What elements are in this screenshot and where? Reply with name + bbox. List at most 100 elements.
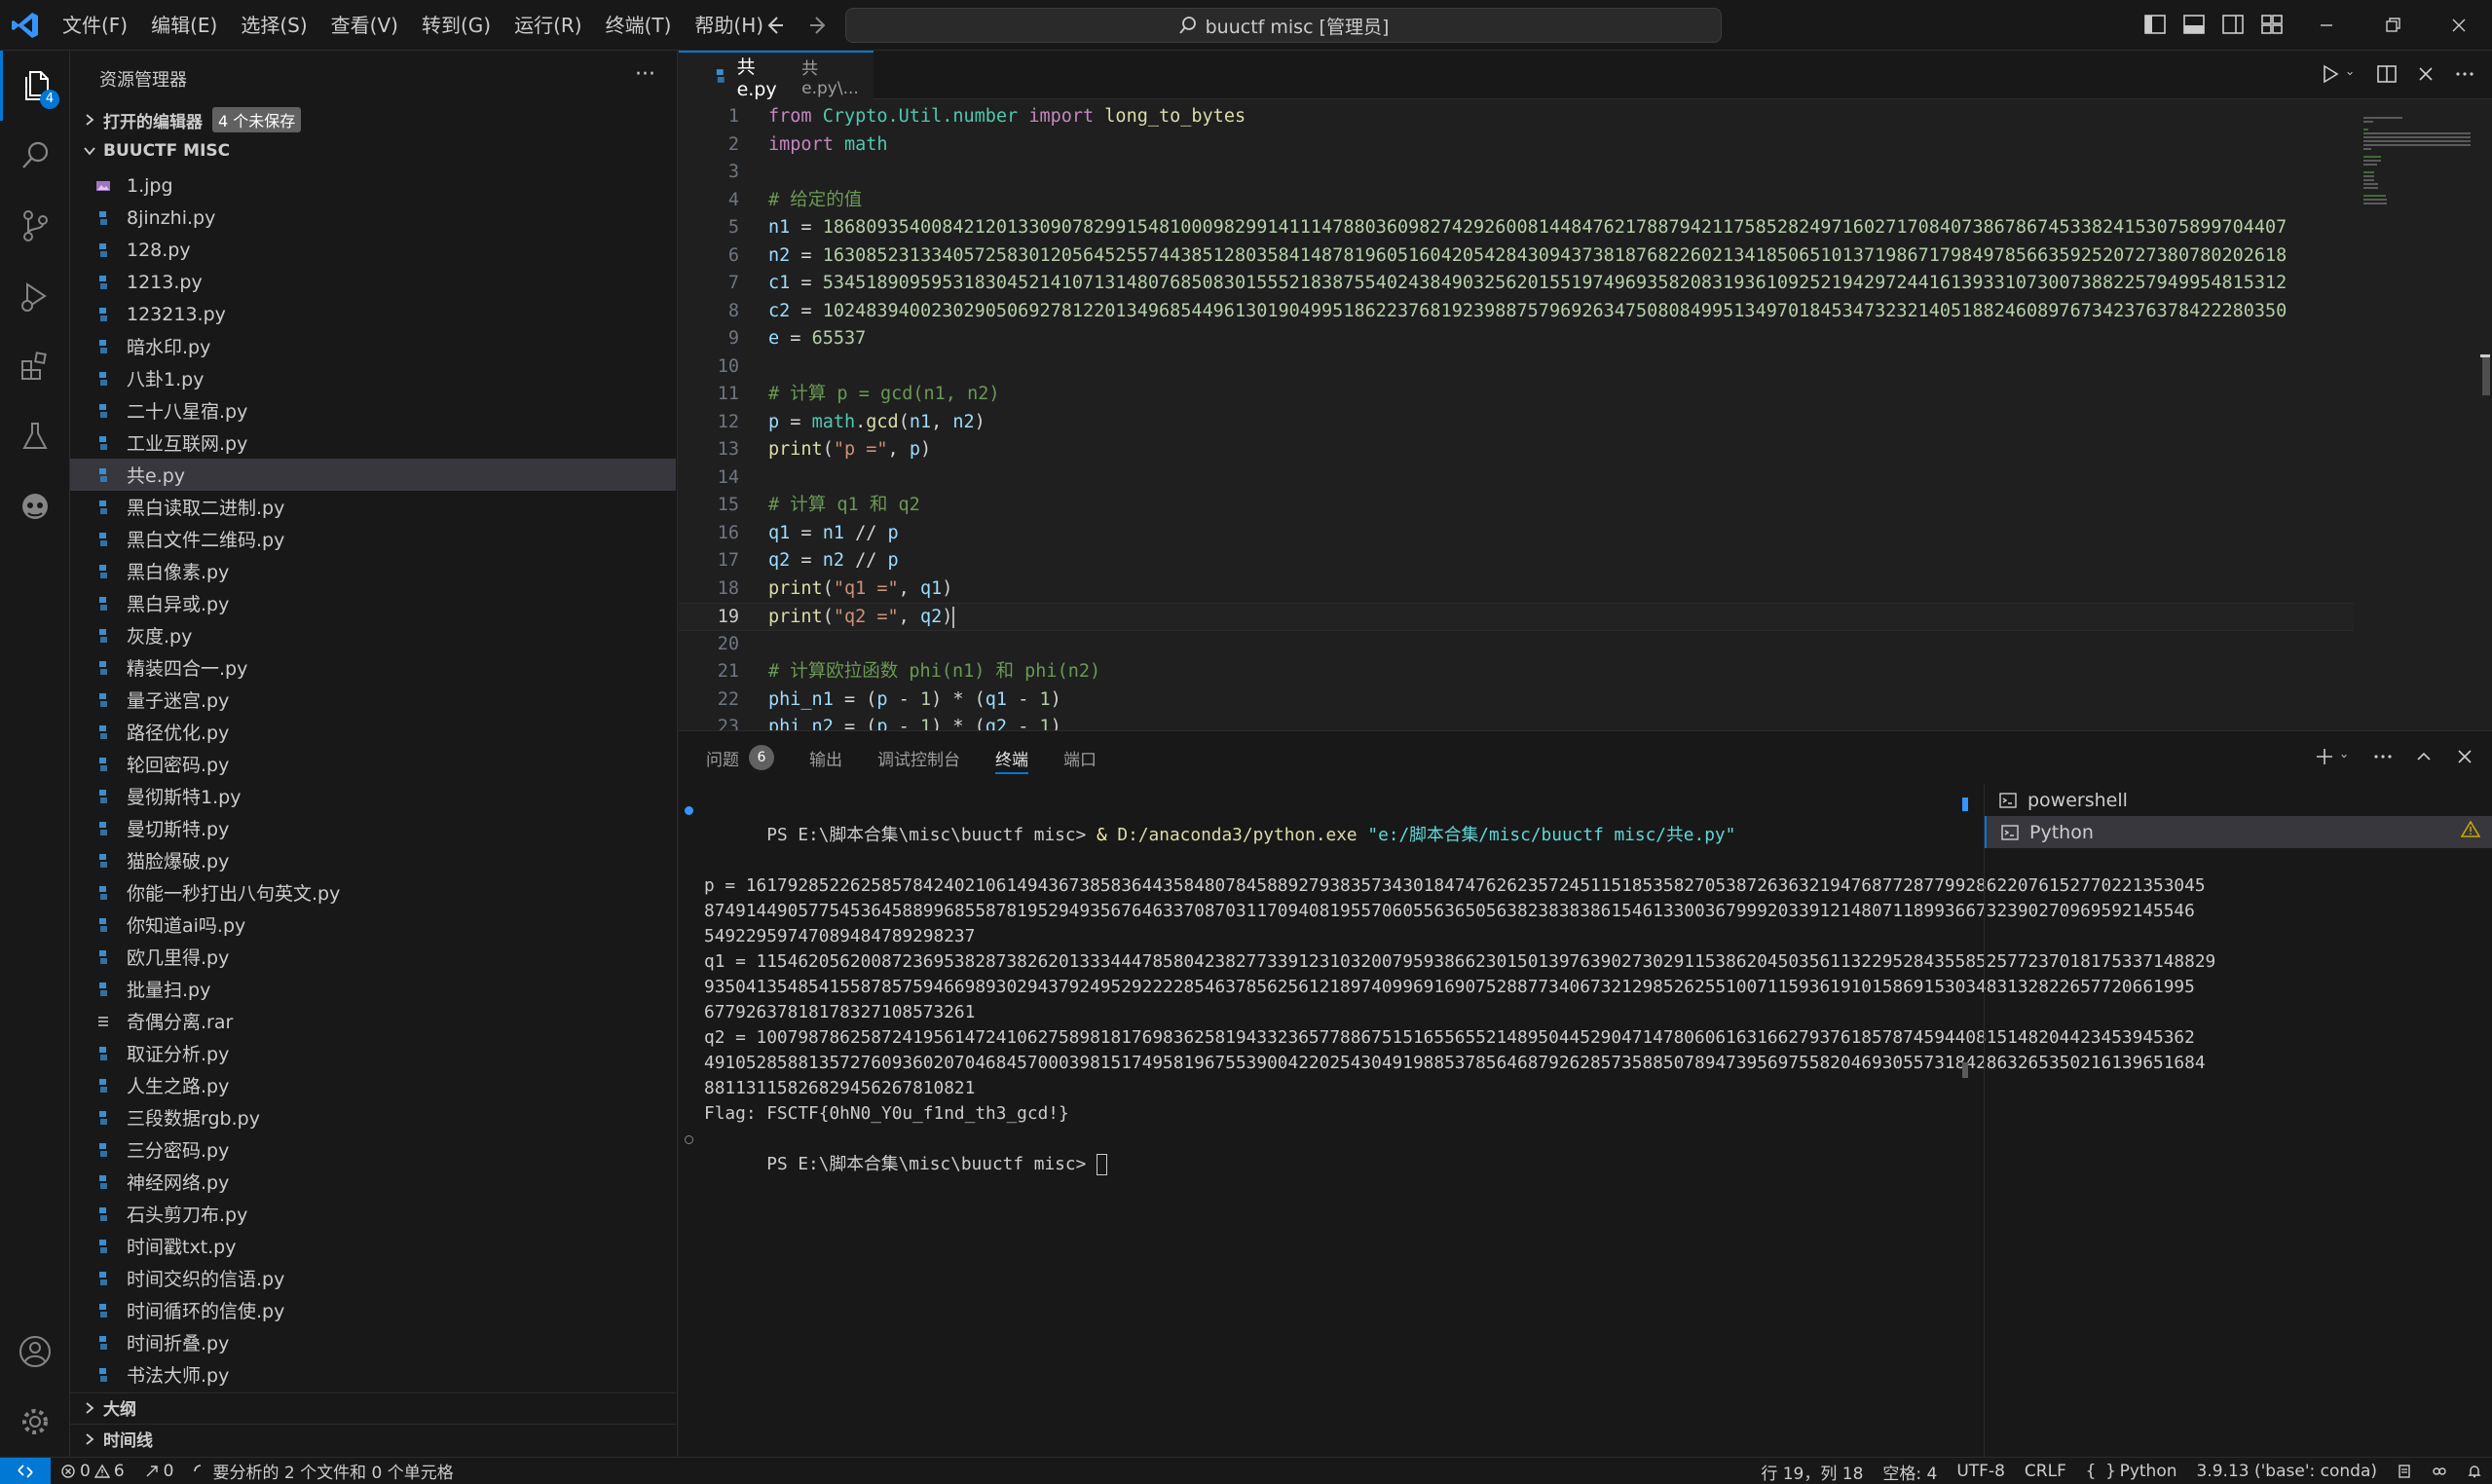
language-mode-status[interactable]: { } Python (2076, 1458, 2187, 1484)
restore-button[interactable] (2360, 0, 2426, 51)
file-item[interactable]: 128.py (70, 234, 676, 266)
extensions-activity-button[interactable] (0, 331, 70, 401)
code-line[interactable]: 11 # 计算 p = gcd(n1, n2) (679, 381, 2354, 409)
command-center-search[interactable]: buuctf misc [管理员] (845, 8, 1722, 43)
terminal-output[interactable]: PS E:\脚本合集\misc\buuctf misc> & D:/anacon… (685, 798, 2215, 1401)
minimize-button[interactable] (2293, 0, 2360, 51)
file-item[interactable]: 取证分析.py (70, 1037, 676, 1069)
code-line[interactable]: 1 from Crypto.Util.number import long_to_… (679, 103, 2354, 131)
file-item[interactable]: 三分密码.py (70, 1133, 676, 1166)
menu-run[interactable]: 运行(R) (502, 0, 594, 51)
file-item[interactable]: 精装四合一.py (70, 651, 676, 684)
code-line[interactable]: 17 q2 = n2 // p (679, 547, 2354, 575)
panel-tab[interactable]: 终端 (995, 731, 1046, 784)
panel-tab[interactable]: 调试控制台 (877, 731, 978, 784)
file-item[interactable]: 神经网络.py (70, 1166, 676, 1198)
code-line[interactable]: 21 # 计算欧拉函数 phi(n1) 和 phi(n2) (679, 658, 2354, 686)
terminal-scrollbar[interactable] (1962, 798, 1968, 1343)
split-editor-icon[interactable] (2375, 62, 2399, 86)
remote-indicator-button[interactable] (0, 1457, 51, 1484)
file-item[interactable]: 书法大师.py (70, 1358, 676, 1391)
open-editors-section[interactable]: 打开的编辑器 4 个未保存 (70, 105, 676, 134)
file-item[interactable]: 量子迷宫.py (70, 684, 676, 716)
code-line[interactable]: 6 n2 = 1630852313340572583012056452557443… (679, 242, 2354, 271)
panel-tab[interactable]: 问题 6 (706, 731, 792, 784)
file-item[interactable]: 黑白读取二进制.py (70, 491, 676, 523)
code-line[interactable]: 12 p = math.gcd(n1, n2) (679, 409, 2354, 437)
command-decoration-empty[interactable] (685, 1135, 693, 1144)
file-item[interactable]: 时间循环的信使.py (70, 1294, 676, 1326)
file-item[interactable]: 1213.py (70, 266, 676, 298)
file-item[interactable]: 时间折叠.py (70, 1326, 676, 1358)
file-item[interactable]: 八卦1.py (70, 362, 676, 394)
menu-terminal[interactable]: 终端(T) (594, 0, 684, 51)
file-item[interactable]: 黑白异或.py (70, 587, 676, 619)
file-item[interactable]: 灰度.py (70, 619, 676, 651)
menu-selection[interactable]: 选择(S) (229, 0, 318, 51)
file-item[interactable]: 猫脸爆破.py (70, 844, 676, 876)
accounts-activity-button[interactable] (0, 1317, 70, 1387)
code-line[interactable]: 20 (679, 631, 2354, 659)
code-editor[interactable]: 1 from Crypto.Util.number import long_to_… (679, 103, 2354, 730)
timeline-section[interactable]: 时间线 (70, 1424, 676, 1453)
terminal-instance[interactable]: Python (1985, 816, 2492, 848)
testing-activity-button[interactable] (0, 401, 70, 471)
code-line[interactable]: 13 print("p =", p) (679, 436, 2354, 464)
file-item[interactable]: 轮回密码.py (70, 748, 676, 780)
file-item[interactable]: 三段数据rgb.py (70, 1101, 676, 1133)
code-line[interactable]: 23 phi_n2 = (p - 1) * (q2 - 1) (679, 714, 2354, 730)
run-debug-activity-button[interactable] (0, 261, 70, 331)
analysis-status-item[interactable]: 要分析的 2 个文件和 0 个单元格 (183, 1458, 463, 1484)
maximize-panel-chevron-up-icon[interactable] (2412, 745, 2436, 768)
warning-icon[interactable] (2460, 820, 2481, 844)
back-arrow-icon[interactable] (760, 12, 787, 39)
run-file-icon[interactable] (2319, 62, 2342, 86)
file-item[interactable]: 黑白文件二维码.py (70, 523, 676, 555)
menu-go[interactable]: 转到(G) (410, 0, 502, 51)
python-env-status[interactable] (2387, 1458, 2422, 1484)
editor-vertical-scrollbar[interactable] (2480, 103, 2490, 730)
terminal-cmd-exe[interactable]: D:/anaconda3/python.exe (1117, 825, 1357, 845)
source-control-activity-button[interactable] (0, 191, 70, 261)
code-line[interactable]: 10 (679, 353, 2354, 382)
code-line[interactable]: 19 print("q2 =", q2) (679, 603, 2354, 631)
code-line[interactable]: 15 # 计算 q1 和 q2 (679, 492, 2354, 520)
close-window-button[interactable] (2426, 0, 2492, 51)
toggle-secondary-sidebar-icon[interactable] (2220, 12, 2246, 37)
problems-status-item[interactable]: 0 6 (51, 1458, 134, 1484)
search-activity-button[interactable] (0, 121, 70, 191)
menu-view[interactable]: 查看(V) (319, 0, 410, 51)
code-line[interactable]: 16 q1 = n1 // p (679, 520, 2354, 548)
file-item[interactable]: 奇偶分离.rar (70, 1005, 676, 1037)
code-line[interactable]: 7 c1 = 5345189095953183045214107131480768… (679, 270, 2354, 298)
cursor-position-status[interactable]: 行 19，列 18 (1751, 1458, 1873, 1484)
interpreter-status[interactable]: 3.9.13 ('base': conda) (2187, 1458, 2387, 1484)
explorer-activity-button[interactable]: 4 (0, 51, 70, 121)
file-item[interactable]: 欧几里得.py (70, 941, 676, 973)
file-item[interactable]: 8jinzhi.py (70, 202, 676, 234)
command-decoration-success[interactable] (685, 806, 693, 815)
file-item[interactable]: 人生之路.py (70, 1069, 676, 1101)
encoding-status[interactable]: UTF-8 (1947, 1458, 2015, 1484)
menu-file[interactable]: 文件(F) (51, 0, 139, 51)
terminal-dropdown-chevron-icon[interactable] (2340, 745, 2354, 768)
terminal-instance[interactable]: powershell (1985, 784, 2492, 816)
file-item[interactable]: 曼彻斯特1.py (70, 780, 676, 812)
more-actions-icon[interactable]: ··· (635, 62, 655, 87)
code-line[interactable]: 22 phi_n1 = (p - 1) * (q1 - 1) (679, 686, 2354, 715)
file-item[interactable]: 时间戳txt.py (70, 1230, 676, 1262)
file-item[interactable]: 1.jpg (70, 169, 676, 202)
file-item[interactable]: 暗水印.py (70, 330, 676, 362)
menu-edit[interactable]: 编辑(E) (139, 0, 229, 51)
new-terminal-plus-icon[interactable] (2313, 745, 2336, 768)
code-line[interactable]: 5 n1 = 1868093540084212013309078299154810… (679, 214, 2354, 242)
tab-active-file[interactable]: 共e.py 共e.py\... (679, 51, 874, 100)
file-item[interactable]: 路径优化.py (70, 716, 676, 748)
file-item[interactable]: 你能一秒打出八句英文.py (70, 876, 676, 909)
toggle-primary-sidebar-icon[interactable] (2142, 12, 2168, 37)
copilot-status[interactable] (2422, 1458, 2457, 1484)
file-item[interactable]: 批量扫.py (70, 973, 676, 1005)
more-actions-icon[interactable] (2371, 745, 2395, 768)
panel-tab[interactable]: 输出 (809, 731, 860, 784)
file-item[interactable]: 二十八星宿.py (70, 394, 676, 427)
